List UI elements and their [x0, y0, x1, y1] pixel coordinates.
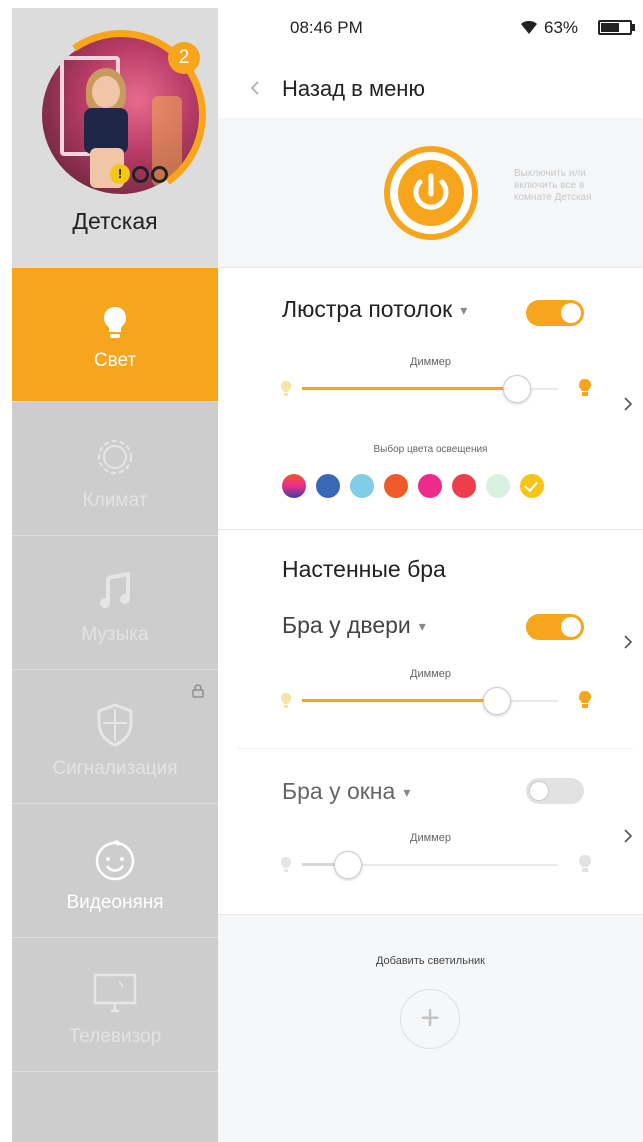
main-panel: 08:46 PM 63% Назад в меню Выключить или … [218, 0, 643, 1142]
color-palette [282, 474, 544, 498]
sidebar-filler [12, 1072, 218, 1136]
lamp-chandelier: Люстра потолок ▾ Диммер Выбор цвета освещ… [218, 268, 643, 530]
slider-thumb[interactable] [482, 687, 511, 715]
chevron-down-icon: ▾ [460, 302, 468, 319]
chevron-right-icon[interactable] [622, 396, 634, 412]
power-hint: Выключить или включить все в комнате Дет… [514, 168, 592, 203]
tv-icon [90, 968, 140, 1018]
bulb-icon [90, 298, 140, 348]
wifi-icon [521, 21, 537, 34]
sidebar-item-light[interactable]: Свет [12, 268, 218, 402]
chevron-right-icon[interactable] [622, 634, 634, 650]
bulb-low-icon [281, 857, 291, 872]
dimmer-label: Диммер [410, 832, 451, 844]
lamp-title: Люстра потолок [282, 296, 453, 322]
dimmer-slider[interactable] [281, 686, 591, 716]
battery-tip [632, 24, 635, 31]
bulb-low-icon [281, 381, 291, 396]
lamp-power-toggle[interactable] [526, 778, 584, 804]
lamp-title-dropdown[interactable]: Бра у двери ▾ [282, 612, 426, 639]
color-swatch[interactable] [452, 474, 476, 498]
status-time: 08:46 PM [290, 18, 363, 37]
slider-thumb[interactable] [334, 851, 363, 879]
notification-badge: 2 [168, 42, 200, 74]
lamp-power-toggle[interactable] [526, 300, 584, 326]
room-profile[interactable]: 2 ! Детская [12, 8, 220, 268]
plus-icon: + [420, 999, 440, 1037]
back-label: Назад в меню [282, 76, 425, 101]
group-title: Настенные бра [282, 556, 446, 582]
sidebar-item-label: Свет [93, 350, 137, 371]
room-name: Детская [72, 208, 158, 234]
power-all-button[interactable] [384, 146, 478, 240]
dimmer-slider[interactable] [281, 850, 591, 880]
color-swatch[interactable] [316, 474, 340, 498]
color-swatch[interactable] [384, 474, 408, 498]
sidebar: 2 ! Детская Свет Климат Музыка Сигнализа… [12, 8, 220, 1142]
add-lamp-area: Добавить светильник + [218, 915, 643, 1142]
battery-icon [598, 20, 632, 35]
dimmer-label: Диммер [410, 356, 451, 368]
sidebar-item-label: Музыка [81, 624, 149, 645]
add-lamp-button[interactable]: + [400, 989, 460, 1049]
sidebar-item-label: Сигнализация [52, 758, 178, 779]
chevron-left-icon [250, 81, 259, 95]
lock-icon [192, 684, 204, 698]
status-bar: 08:46 PM 63% [218, 0, 643, 58]
sidebar-nav: Свет Климат Музыка Сигнализация Видеонян… [12, 268, 218, 1136]
lamp-title: Бра у окна [282, 778, 396, 804]
battery-percent: 63% [544, 18, 579, 37]
bulb-high-icon [579, 379, 591, 396]
dimmer-slider[interactable] [281, 374, 591, 404]
ring-icon [132, 165, 149, 183]
power-icon [398, 160, 464, 226]
sidebar-item-label: Видеоняня [66, 892, 164, 913]
sidebar-item-label: Телевизор [68, 1026, 162, 1047]
bulb-high-icon [579, 855, 591, 872]
lamp-title-dropdown[interactable]: Люстра потолок ▾ [282, 296, 467, 323]
color-swatch[interactable] [282, 474, 306, 498]
divider [238, 748, 633, 749]
power-panel: Выключить или включить все в комнате Дет… [218, 118, 643, 268]
device-status-indicators: ! [110, 164, 168, 184]
sidebar-item-climate[interactable]: Климат [12, 402, 218, 536]
lamp-group-sconces: Настенные бра Бра у двери ▾ Диммер Бра у … [218, 530, 643, 915]
chevron-right-icon[interactable] [622, 828, 634, 844]
baby-face-icon [90, 834, 140, 884]
color-swatch[interactable] [520, 474, 544, 498]
shield-icon [90, 700, 140, 750]
back-to-menu-button[interactable]: Назад в меню [218, 58, 643, 118]
warning-icon: ! [110, 164, 130, 184]
sidebar-item-label: Климат [82, 490, 148, 511]
lamp-title: Бра у двери [282, 612, 411, 638]
color-swatch[interactable] [486, 474, 510, 498]
sidebar-item-baby-monitor[interactable]: Видеоняня [12, 804, 218, 938]
lamp-power-toggle[interactable] [526, 614, 584, 640]
sidebar-item-security[interactable]: Сигнализация [12, 670, 218, 804]
color-swatch[interactable] [418, 474, 442, 498]
chevron-down-icon: ▾ [403, 784, 411, 801]
bulb-high-icon [579, 691, 591, 708]
palette-label: Выбор цвета освещения [373, 444, 488, 455]
sidebar-item-music[interactable]: Музыка [12, 536, 218, 670]
sidebar-item-tv[interactable]: Телевизор [12, 938, 218, 1072]
ring-icon [151, 165, 168, 183]
lamp-title-dropdown[interactable]: Бра у окна ▾ [282, 778, 410, 805]
bulb-low-icon [281, 693, 291, 708]
dimmer-label: Диммер [410, 668, 451, 680]
color-swatch[interactable] [350, 474, 374, 498]
slider-thumb[interactable] [503, 375, 532, 403]
add-lamp-label: Добавить светильник [375, 955, 485, 967]
music-note-icon [90, 566, 140, 616]
chevron-down-icon: ▾ [418, 618, 426, 635]
gear-icon [90, 432, 140, 482]
